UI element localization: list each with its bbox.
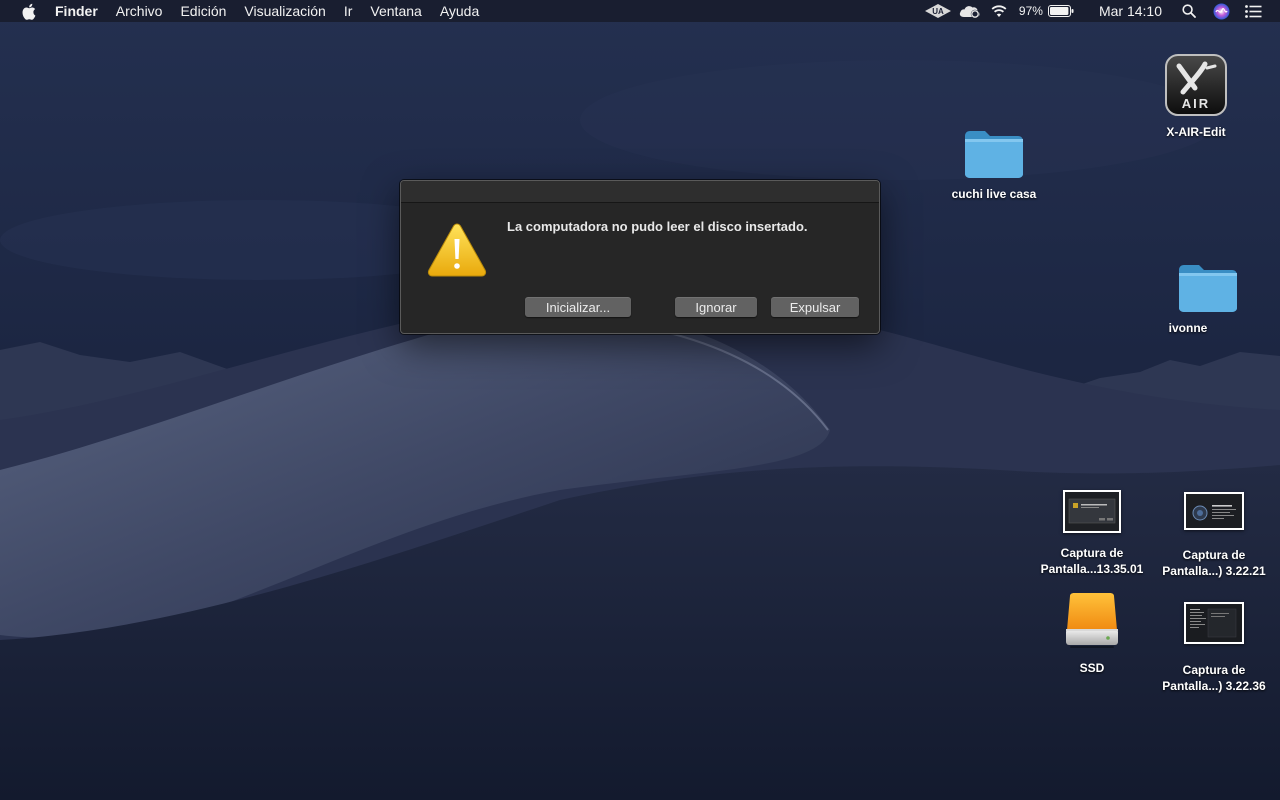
wifi-icon[interactable] — [987, 0, 1011, 22]
apple-logo-icon[interactable] — [17, 0, 39, 22]
desktop-icon-ivonne[interactable]: ivonne — [1118, 262, 1258, 336]
menu-bar: Finder Archivo Edición Visualización Ir … — [0, 0, 1280, 22]
ignore-button[interactable]: Ignorar — [675, 297, 757, 317]
menu-ventana[interactable]: Ventana — [361, 0, 430, 22]
eject-button[interactable]: Expulsar — [771, 297, 859, 317]
screenshot-thumbnail-icon — [1063, 490, 1121, 533]
menu-ir[interactable]: Ir — [335, 0, 362, 22]
x-air-app-icon: AIR — [1165, 54, 1227, 116]
desktop-icon-cuchi-live-casa[interactable]: cuchi live casa — [924, 128, 1064, 202]
desktop-icon-ssd[interactable]: SSD — [1022, 592, 1162, 676]
disk-not-readable-alert: La computadora no pudo leer el disco ins… — [400, 180, 880, 334]
desktop-icon-label-line2: Pantalla...) 3.22.21 — [1162, 564, 1266, 578]
desktop-icon-label: SSD — [1079, 661, 1105, 675]
menu-visualizacion[interactable]: Visualización — [235, 0, 334, 22]
desktop-icon-x-air-edit[interactable]: AIR X-AIR-Edit — [1126, 54, 1266, 140]
desktop-icon-captura-1[interactable]: Captura de Pantalla...13.35.01 — [1022, 490, 1162, 577]
desktop-icon-label: ivonne — [1168, 321, 1208, 335]
menu-edicion[interactable]: Edición — [171, 0, 235, 22]
menu-ayuda[interactable]: Ayuda — [431, 0, 488, 22]
universal-audio-icon[interactable]: UA — [923, 0, 953, 22]
battery-percent: 97% — [1018, 4, 1043, 18]
menu-finder[interactable]: Finder — [51, 0, 107, 22]
desktop-icon-captura-3[interactable]: Captura de Pantalla...) 3.22.36 — [1144, 602, 1280, 694]
desktop-icon-label-line2: Pantalla...) 3.22.36 — [1162, 679, 1266, 693]
creative-cloud-icon[interactable] — [957, 0, 983, 22]
desktop-icon-label-line1: Captura de — [1182, 548, 1246, 562]
warning-icon — [426, 221, 488, 279]
desktop-icon-label-line1: Captura de — [1060, 546, 1124, 560]
menubar-clock[interactable]: Mar 14:10 — [1099, 3, 1162, 19]
folder-icon — [1177, 262, 1239, 314]
desktop-icon-captura-2[interactable]: Captura de Pantalla...) 3.22.21 — [1144, 492, 1280, 579]
desktop-icon-label: cuchi live casa — [951, 187, 1037, 201]
initialize-button[interactable]: Inicializar... — [525, 297, 631, 317]
svg-text:AIR: AIR — [1182, 96, 1210, 111]
menu-archivo[interactable]: Archivo — [107, 0, 172, 22]
screenshot-thumbnail-icon — [1184, 492, 1244, 530]
battery-icon[interactable] — [1047, 0, 1075, 22]
desktop-icon-label-line1: Captura de — [1182, 663, 1246, 677]
screenshot-thumbnail-icon — [1184, 602, 1244, 644]
external-drive-icon — [1064, 592, 1120, 650]
siri-icon[interactable] — [1210, 0, 1232, 22]
alert-titlebar[interactable] — [401, 181, 879, 203]
notification-center-icon[interactable] — [1242, 0, 1264, 22]
desktop-icon-label-line2: Pantalla...13.35.01 — [1040, 562, 1144, 576]
desktop-wallpaper — [0, 0, 1280, 800]
search-icon[interactable] — [1178, 0, 1200, 22]
alert-message: La computadora no pudo leer el disco ins… — [507, 219, 808, 234]
folder-icon — [963, 128, 1025, 180]
svg-text:UA: UA — [932, 7, 944, 16]
desktop-icon-label: X-AIR-Edit — [1166, 125, 1226, 139]
